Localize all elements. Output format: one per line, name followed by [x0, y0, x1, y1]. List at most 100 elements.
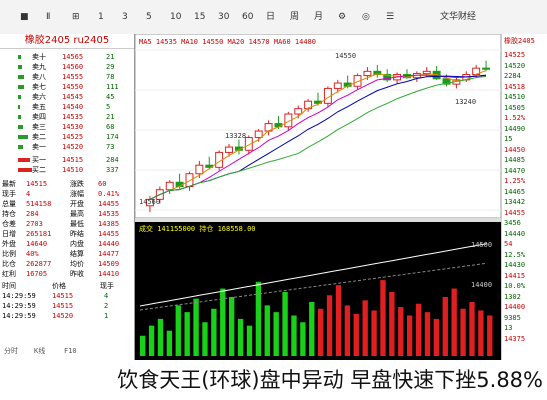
- toolbar: ■ Ⅱ ⊞ 1 3 5 10 15 30 60 日 周 月 ⚙ ◎ ☰ 文华财经: [0, 0, 547, 35]
- candle-body: [165, 181, 174, 191]
- volume-bar: [202, 322, 208, 356]
- volume-bar: [398, 307, 404, 356]
- toolbar-item[interactable]: 周: [290, 12, 299, 23]
- candle-body: [294, 108, 303, 115]
- right-row: 14518: [504, 82, 526, 91]
- tab-0[interactable]: 分时: [4, 346, 18, 356]
- candle-body: [422, 70, 431, 74]
- stat-label: 比例: [2, 250, 16, 258]
- trade-row: 14:29:59 14515 2: [0, 301, 134, 311]
- trade-price: 14515: [52, 292, 74, 300]
- order-row: 卖三 14530 68: [0, 122, 134, 132]
- right-panel: 橡胶2405 14525 14520 2284 14518 14510 14505 1.52%…: [501, 34, 547, 360]
- right-row: 3456: [504, 219, 521, 227]
- toolbar-item[interactable]: 10: [170, 12, 181, 23]
- right-row: 14415: [504, 271, 526, 280]
- stat-value: 14410: [98, 270, 120, 278]
- trade-time: 14:29:59: [2, 312, 36, 320]
- order-label: 卖五: [32, 103, 46, 111]
- volume-bar: [229, 296, 235, 356]
- toolbar-item[interactable]: 月: [314, 12, 323, 23]
- candle-body: [225, 146, 233, 153]
- toolbar-item[interactable]: 30: [218, 12, 229, 23]
- volume-bar: [353, 313, 359, 356]
- volume-annotation: 14400: [471, 281, 492, 289]
- stat-label: 比仓: [2, 260, 16, 268]
- volume-bar: [282, 291, 288, 356]
- stat-label: 红利: [2, 270, 16, 278]
- caption-text: 饮食天王(环球)盘中异动 早盘快速下挫5.88%: [117, 368, 543, 392]
- volume-bar: [193, 298, 199, 356]
- volume-bar: [264, 305, 270, 356]
- toolbar-item[interactable]: 15: [194, 12, 205, 23]
- stat-row: 现手 4 涨幅 0.41%: [0, 189, 134, 199]
- order-volume: 337: [106, 166, 119, 174]
- trade-time: 14:29:59: [2, 292, 36, 300]
- volume-bar: [18, 115, 21, 119]
- volume-bar: [318, 308, 324, 356]
- stat-label: 开盘: [70, 200, 84, 208]
- volume-bar: [371, 310, 377, 356]
- right-row: 14525: [504, 51, 526, 59]
- order-price: 14555: [62, 73, 84, 81]
- order-volume: 78: [106, 73, 115, 81]
- order-volume: 284: [106, 156, 119, 164]
- trade-price: 14515: [52, 302, 74, 310]
- order-label: 卖十: [32, 53, 46, 61]
- pane-divider: [135, 218, 501, 222]
- order-label: 买二: [32, 166, 46, 174]
- toolbar-item[interactable]: 5: [146, 12, 152, 23]
- stat-label: 现手: [2, 190, 16, 198]
- toolbar-item[interactable]: ◎: [362, 12, 370, 23]
- order-row: 卖八 14555 78: [0, 72, 134, 82]
- stat-label: 昨收: [70, 270, 84, 278]
- volume-bar: [407, 315, 413, 356]
- volume-bar: [362, 300, 368, 356]
- trade-volume: 2: [104, 302, 109, 310]
- volume-bar: [460, 308, 466, 356]
- right-row: 14430: [504, 261, 526, 269]
- stat-row: 总量 514158 开盘 14455: [0, 199, 134, 209]
- toolbar-status: 文华财经: [440, 12, 477, 22]
- toolbar-item[interactable]: 60: [242, 12, 253, 23]
- toolbar-item[interactable]: 日: [266, 12, 275, 23]
- order-volume: 21: [106, 113, 115, 121]
- toolbar-item[interactable]: ■: [20, 12, 29, 23]
- right-row: 14450: [504, 145, 526, 154]
- stat-label: 昨结: [70, 230, 84, 238]
- toolbar-item[interactable]: ⚙: [338, 12, 346, 23]
- order-price: 14565: [62, 53, 84, 61]
- kline-annotation: 13328: [225, 132, 246, 140]
- volume-bar: [424, 312, 431, 356]
- tab-2[interactable]: F10: [64, 346, 77, 356]
- toolbar-item[interactable]: 3: [122, 12, 128, 23]
- stat-row: 红利 16705 昨收 14410: [0, 269, 134, 279]
- right-row: 10.0%: [504, 282, 526, 290]
- contract-title: 橡胶2405 ru2405: [0, 34, 134, 49]
- order-row: 卖二 14525 174: [0, 132, 134, 142]
- candle-body: [482, 67, 491, 70]
- order-volume: 29: [106, 63, 115, 71]
- stat-value: 265181: [26, 230, 52, 238]
- stat-value: 262877: [26, 260, 52, 268]
- order-row: 卖六 14545 45: [0, 92, 134, 102]
- right-row: 13442: [504, 198, 526, 206]
- tab-1[interactable]: K线: [34, 346, 45, 356]
- toolbar-item[interactable]: ⊞: [72, 12, 80, 23]
- volume-bar: [415, 303, 422, 356]
- toolbar-item[interactable]: ☰: [386, 12, 394, 23]
- order-price: 14550: [62, 83, 84, 91]
- toolbar-item[interactable]: Ⅱ: [46, 12, 50, 23]
- trade-price: 14520: [52, 312, 74, 320]
- trade-volume: 4: [104, 292, 109, 300]
- volume-bar: [309, 302, 315, 356]
- volume-bar: [478, 310, 484, 356]
- order-volume: 5: [106, 103, 111, 111]
- volume-bar: [389, 291, 395, 356]
- stat-label: 仓差: [2, 220, 16, 228]
- right-row: 1302: [504, 292, 521, 301]
- toolbar-item[interactable]: 1: [98, 12, 104, 23]
- chart-area[interactable]: MA5 14535 MA10 14550 MA20 14570 MA60 144…: [135, 34, 501, 360]
- chart-svg[interactable]: MA5 14535 MA10 14550 MA20 14570 MA60 144…: [135, 34, 501, 360]
- stat-label: 日增: [2, 230, 16, 238]
